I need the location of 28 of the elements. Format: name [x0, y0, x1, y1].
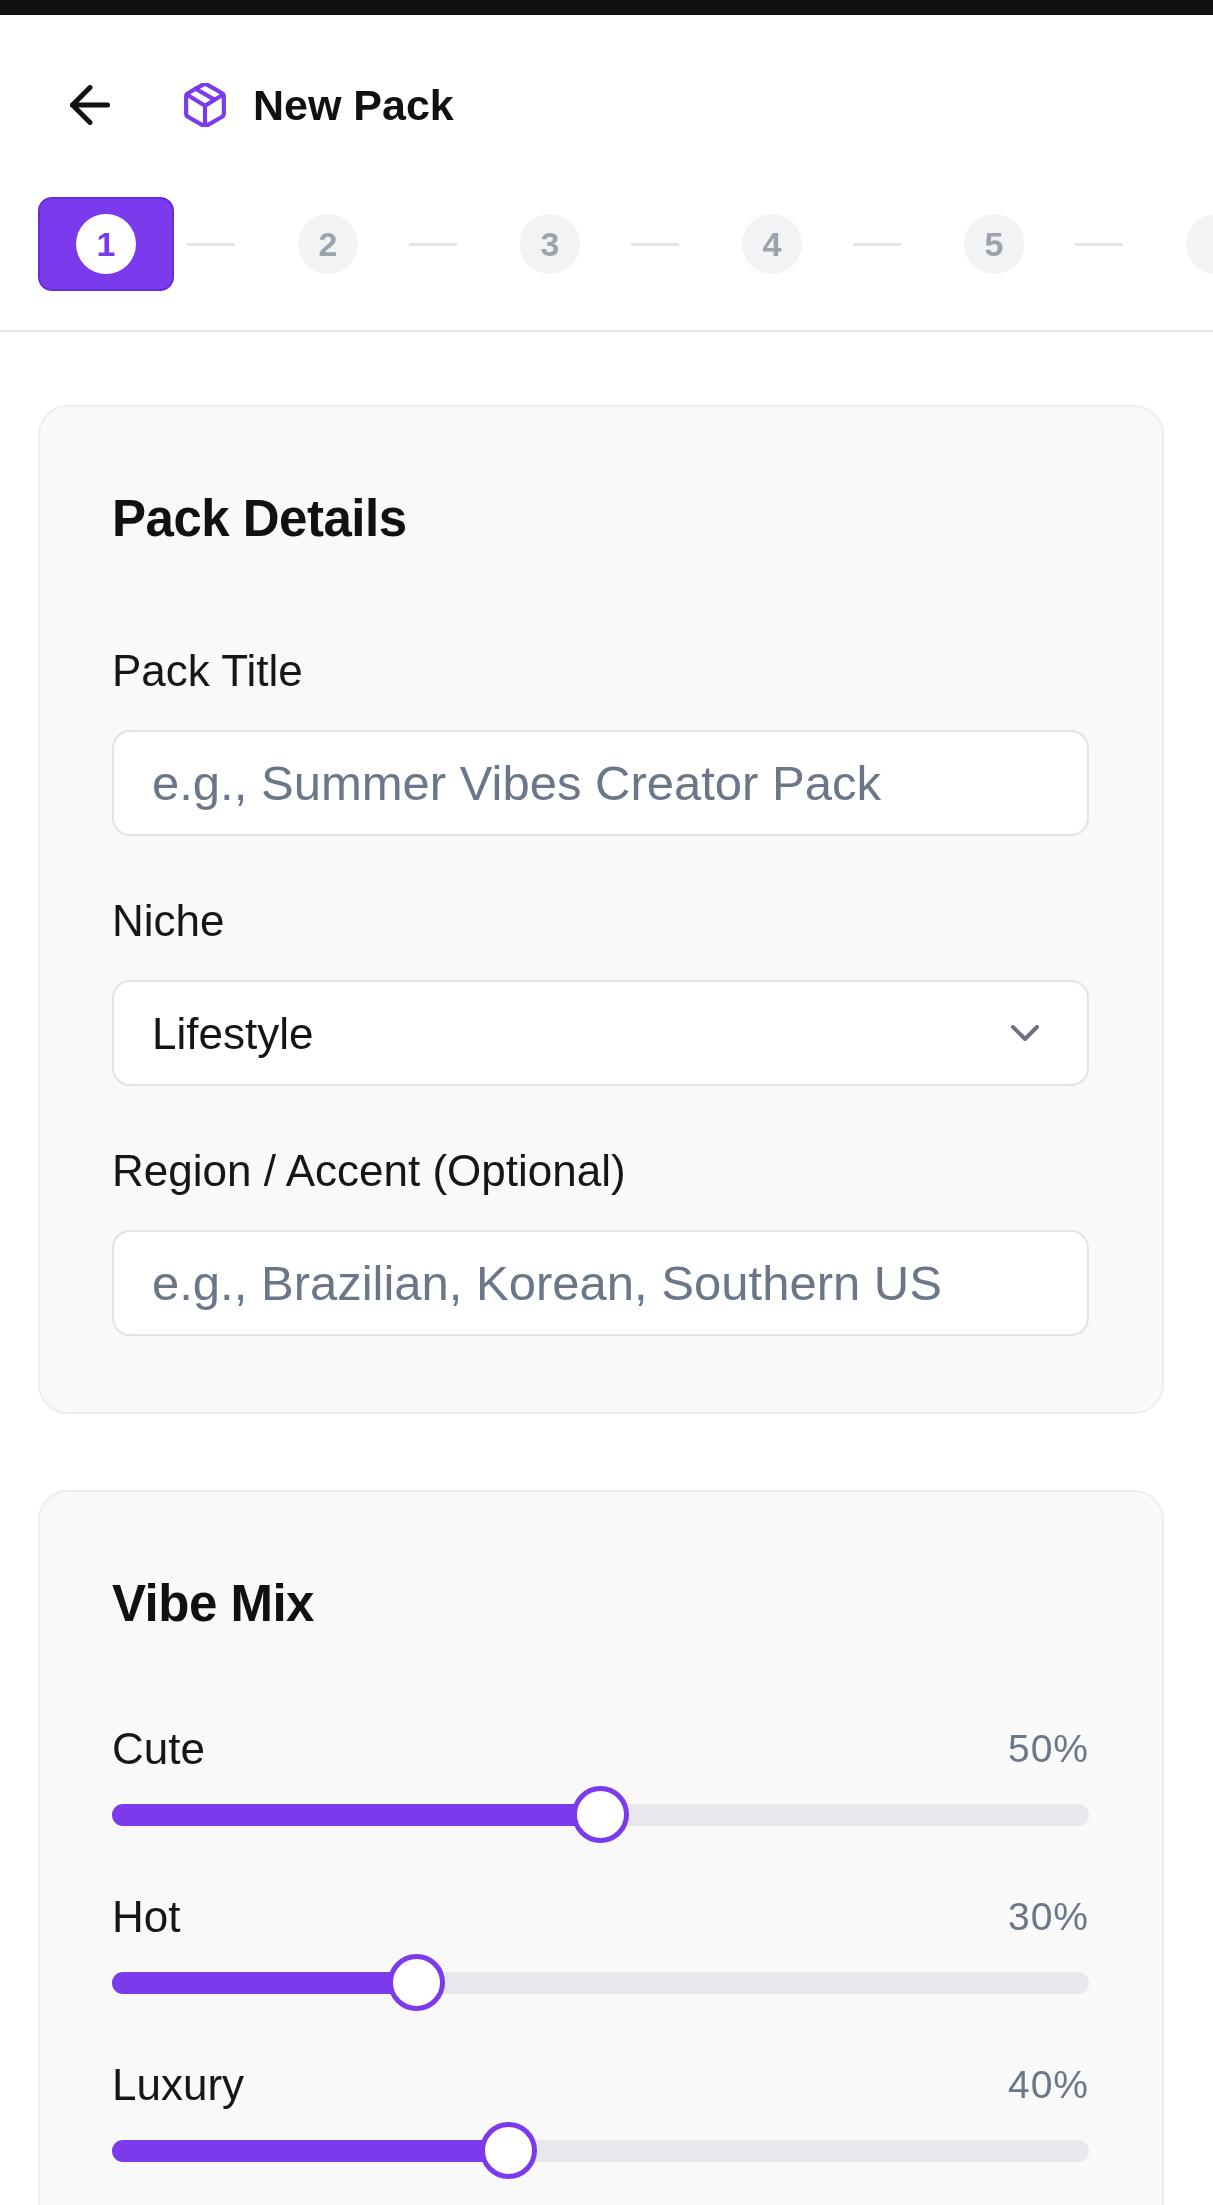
slider-thumb[interactable]	[480, 2122, 537, 2179]
slider-value: 40%	[1007, 2061, 1089, 2108]
step-button[interactable]: 3	[520, 214, 580, 274]
step-button[interactable]: 4	[742, 214, 802, 274]
dropdown-select[interactable]: Lifestyle	[112, 980, 1089, 1086]
section-title: Pack Details	[112, 489, 408, 549]
field-label: Region / Accent (Optional)	[112, 1145, 626, 1197]
slider-track[interactable]	[112, 1954, 1089, 2011]
field-label: Pack Title	[112, 645, 303, 697]
step-button[interactable]: 1	[38, 197, 174, 291]
page-title: New Pack	[253, 80, 454, 131]
field-label: Niche	[112, 895, 225, 947]
slider-thumb[interactable]	[572, 1786, 629, 1843]
chevron-down-icon	[1011, 1025, 1039, 1041]
section-title: Vibe Mix	[112, 1574, 315, 1634]
package-icon	[184, 83, 226, 127]
slider-label: Luxury	[112, 2059, 245, 2111]
slider-value: 50%	[1007, 1725, 1089, 1772]
slider-value: 30%	[1007, 1893, 1089, 1940]
slider-label: Cute	[112, 1723, 205, 1775]
slider-label: Hot	[112, 1891, 181, 1943]
text-input[interactable]: e.g., Brazilian, Korean, Southern US	[112, 1230, 1089, 1336]
slider-track[interactable]	[112, 2122, 1089, 2179]
step-button[interactable]: 2	[298, 214, 358, 274]
step-button[interactable]: 5	[964, 214, 1024, 274]
slider-track[interactable]	[112, 1786, 1089, 1843]
slider-thumb[interactable]	[388, 1954, 445, 2011]
text-input[interactable]: e.g., Summer Vibes Creator Pack	[112, 730, 1089, 836]
